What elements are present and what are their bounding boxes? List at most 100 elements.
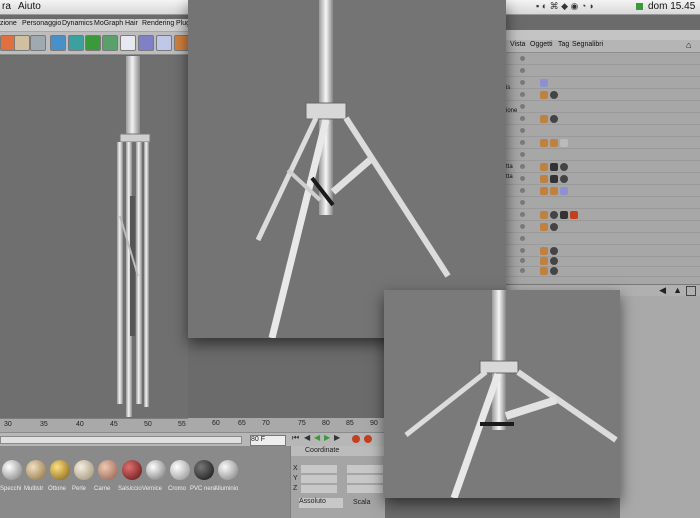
- render-settings-icon[interactable]: [30, 35, 46, 51]
- tick-70: 70: [262, 420, 270, 427]
- scene-icon[interactable]: [120, 35, 136, 51]
- material-multistr[interactable]: [26, 460, 46, 480]
- current-frame-field[interactable]: 80 F: [250, 435, 286, 446]
- tick-40: 40: [76, 421, 84, 428]
- material-label: Ottone: [48, 486, 67, 492]
- c4d-toolbar: [0, 32, 190, 55]
- mode-select[interactable]: Assoluto: [299, 498, 343, 508]
- timeline-ruler-2[interactable]: 60 65 70 75 80 85 90: [188, 418, 384, 432]
- axis-z-label: Z: [293, 485, 298, 492]
- render-window-small[interactable]: [384, 290, 620, 500]
- material-label: Carne: [94, 486, 111, 492]
- camera-icon[interactable]: [138, 35, 154, 51]
- step-back-icon[interactable]: ◀: [304, 433, 310, 442]
- menu-hair[interactable]: Hair: [125, 20, 138, 27]
- tick-80: 80: [322, 420, 330, 427]
- material-label: Cromo: [168, 486, 187, 492]
- om-titlebar: [506, 30, 700, 40]
- tripod-open-render: [255, 0, 451, 339]
- record-icon[interactable]: [352, 435, 360, 443]
- menu-personaggio[interactable]: Personaggio: [22, 20, 61, 27]
- light-icon[interactable]: [156, 35, 172, 51]
- menu-creazione[interactable]: zione: [0, 20, 17, 27]
- om-row-labels: is ione tta tta: [506, 30, 526, 210]
- tick-85: 85: [346, 420, 354, 427]
- up-arrow-icon[interactable]: ▲: [673, 285, 682, 295]
- material-alluminio[interactable]: [218, 460, 238, 480]
- status-icons: ▪ ◐ ⌘ ◆ ◉ ◔ ◗: [536, 1, 595, 11]
- om-search-icon[interactable]: ⌂: [686, 40, 691, 50]
- tripod-open-render-small: [404, 290, 618, 500]
- scale-select[interactable]: Scala: [353, 499, 371, 506]
- coord-x-field[interactable]: [301, 465, 337, 473]
- transport-bar: 80 F ⏮ ◀ ◀ ▶ ▶: [0, 432, 384, 447]
- render-window-large[interactable]: [188, 0, 506, 339]
- render-region-icon[interactable]: [14, 35, 30, 51]
- tick-75: 75: [298, 420, 306, 427]
- tick-55: 55: [178, 421, 186, 428]
- menu-rendering[interactable]: Rendering: [142, 20, 174, 27]
- menu-dynamics[interactable]: Dynamics: [62, 20, 93, 27]
- back-arrow-icon[interactable]: ◀: [659, 285, 666, 296]
- om-menu-bookmarks[interactable]: Segnalibri: [572, 41, 603, 48]
- tripod-folded-render: [117, 56, 151, 417]
- menu-item-help[interactable]: Aiuto: [18, 1, 41, 12]
- tick-45: 45: [110, 421, 118, 428]
- material-manager: Specchi Multistr Ottone Perle Carne Sals…: [0, 446, 290, 518]
- tick-90: 90: [370, 420, 378, 427]
- material-label: Specchi: [0, 486, 22, 492]
- material-vernice[interactable]: [146, 460, 166, 480]
- om-menu: Vista Oggetti Tag Segnalibri ⌂: [506, 40, 700, 53]
- viewport-left[interactable]: [0, 56, 188, 418]
- coord-y-field[interactable]: [301, 475, 337, 483]
- size-z-field[interactable]: [347, 485, 383, 493]
- tick-35: 35: [40, 421, 48, 428]
- array-icon[interactable]: [85, 35, 101, 51]
- deformer-icon[interactable]: [102, 35, 118, 51]
- flag-icon: [636, 3, 643, 10]
- material-specchi[interactable]: [2, 460, 22, 480]
- menu-item-ra[interactable]: ra: [2, 1, 11, 12]
- autokey-icon[interactable]: [364, 435, 372, 443]
- c4d-menu: zione Personaggio Dynamics MoGraph Hair …: [0, 19, 190, 32]
- lock-icon[interactable]: [686, 286, 696, 296]
- tick-65: 65: [238, 420, 246, 427]
- om-menu-tags[interactable]: Tag: [558, 41, 569, 48]
- material-label: Perle: [72, 486, 87, 492]
- axis-y-label: Y: [293, 475, 298, 482]
- material-cromo[interactable]: [170, 460, 190, 480]
- material-label: Alluminio: [214, 486, 239, 492]
- coordinates-title: Coordinate: [305, 447, 340, 454]
- step-forward-icon[interactable]: ▶: [334, 433, 340, 442]
- material-salsiccio[interactable]: [122, 460, 142, 480]
- attributes-panel: [620, 296, 700, 518]
- material-ottone[interactable]: [50, 460, 70, 480]
- tick-30: 30: [4, 421, 12, 428]
- material-pvc-nero[interactable]: [194, 460, 214, 480]
- nurbs-icon[interactable]: [68, 35, 84, 51]
- size-x-field[interactable]: [347, 465, 383, 473]
- tick-50: 50: [144, 421, 152, 428]
- tick-60: 60: [212, 420, 220, 427]
- om-label-4: tta: [506, 174, 513, 180]
- cube-icon[interactable]: [50, 35, 66, 51]
- material-label: Vernice: [142, 486, 163, 492]
- material-label: PVC nero: [190, 486, 217, 492]
- object-manager: [506, 30, 700, 286]
- menu-mograph[interactable]: MoGraph: [94, 20, 123, 27]
- material-label: Salsiccio: [118, 486, 142, 492]
- material-label: Multistr: [24, 486, 44, 492]
- play-icon[interactable]: ▶: [324, 433, 330, 442]
- material-perle[interactable]: [74, 460, 94, 480]
- om-label-3: tta: [506, 164, 513, 170]
- play-back-icon[interactable]: ◀: [314, 433, 320, 442]
- coord-z-field[interactable]: [301, 485, 337, 493]
- coordinates-panel: Coordinate X Y Z Assoluto Scala: [290, 446, 385, 518]
- om-menu-objects[interactable]: Oggetti: [530, 41, 553, 48]
- size-y-field[interactable]: [347, 475, 383, 483]
- om-label-1: is: [506, 85, 511, 91]
- material-carne[interactable]: [98, 460, 118, 480]
- frame-slider[interactable]: [0, 436, 242, 444]
- rewind-icon[interactable]: ⏮: [292, 433, 299, 443]
- axis-x-label: X: [293, 465, 298, 472]
